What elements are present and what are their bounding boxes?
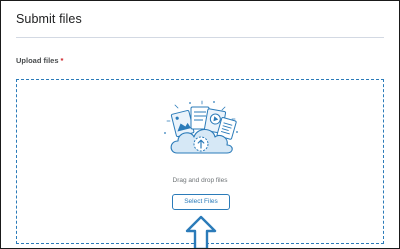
upload-files-label: Upload files * (16, 56, 63, 65)
drag-and-drop-hint: Drag and drop files (172, 177, 228, 184)
cloud-upload-documents-icon (164, 100, 238, 154)
up-arrow-icon (185, 215, 217, 248)
required-marker: * (60, 56, 64, 65)
title-divider (16, 37, 384, 38)
upload-panel: Submit files Upload files * Drag and dro… (0, 0, 400, 249)
upload-files-label-text: Upload files (16, 56, 59, 65)
select-files-button[interactable]: Select Files (172, 194, 230, 210)
page-title: Submit files (16, 12, 82, 26)
